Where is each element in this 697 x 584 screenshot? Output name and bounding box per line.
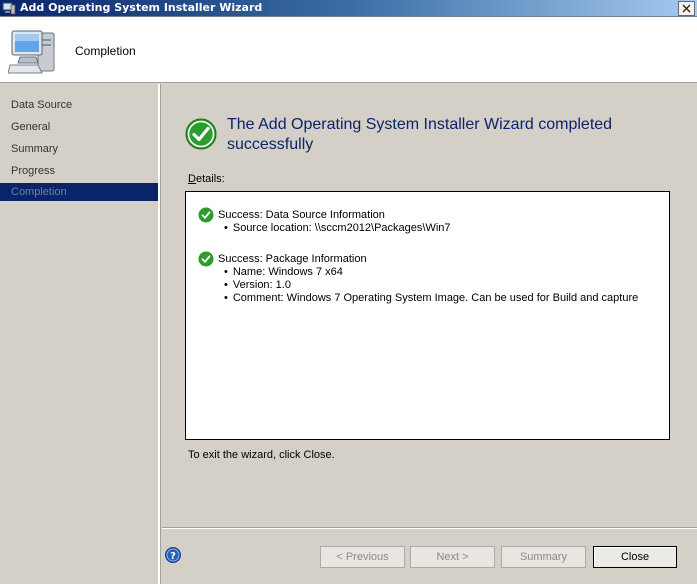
close-button[interactable]: Close	[593, 546, 677, 568]
nav-step-general: General	[11, 121, 51, 133]
success-check-icon	[198, 207, 214, 223]
wizard-header: Completion	[0, 17, 697, 83]
window-close-button[interactable]	[678, 1, 695, 16]
section-heading: Success: Data Source Information	[218, 209, 385, 221]
list-item: Version: 1.0	[224, 279, 638, 292]
title-bar: Add Operating System Installer Wizard	[0, 0, 697, 17]
main-panel: The Add Operating System Installer Wizar…	[162, 84, 697, 584]
success-check-icon	[198, 251, 214, 267]
svg-text:?: ?	[170, 551, 176, 562]
nav-step-summary: Summary	[11, 143, 59, 155]
window-title: Add Operating System Installer Wizard	[20, 1, 263, 14]
previous-button[interactable]: < Previous	[320, 546, 405, 568]
next-button[interactable]: Next >	[410, 546, 495, 568]
list-item: Name: Windows 7 x64	[224, 266, 638, 279]
section-heading: Success: Package Information	[218, 253, 367, 265]
computer-icon	[8, 30, 55, 74]
nav-step-progress: Progress	[11, 165, 56, 177]
section-items: Name: Windows 7 x64 Version: 1.0 Comment…	[224, 266, 638, 305]
details-box[interactable]: Success: Data Source Information Source …	[185, 191, 670, 440]
section-items: Source location: \\sccm2012\Packages\Win…	[224, 222, 451, 235]
wizard-app-icon	[2, 2, 16, 15]
summary-button[interactable]: Summary	[501, 546, 586, 568]
list-item: Comment: Windows 7 Operating System Imag…	[224, 292, 638, 305]
exit-instructions: To exit the wizard, click Close.	[188, 449, 335, 461]
nav-step-completion: Completion	[0, 183, 158, 201]
button-bar-divider	[162, 527, 697, 529]
page-title: Completion	[75, 44, 136, 58]
details-label: Details:	[188, 173, 225, 185]
completion-heading: The Add Operating System Installer Wizar…	[227, 116, 613, 153]
wizard-steps-nav: Data Source General Summary Progress Com…	[0, 84, 160, 584]
list-item: Source location: \\sccm2012\Packages\Win…	[224, 222, 451, 235]
success-checkmark-icon	[185, 118, 217, 150]
help-icon[interactable]: ?	[165, 547, 181, 563]
close-icon	[682, 4, 691, 13]
nav-step-data-source: Data Source	[11, 99, 73, 111]
